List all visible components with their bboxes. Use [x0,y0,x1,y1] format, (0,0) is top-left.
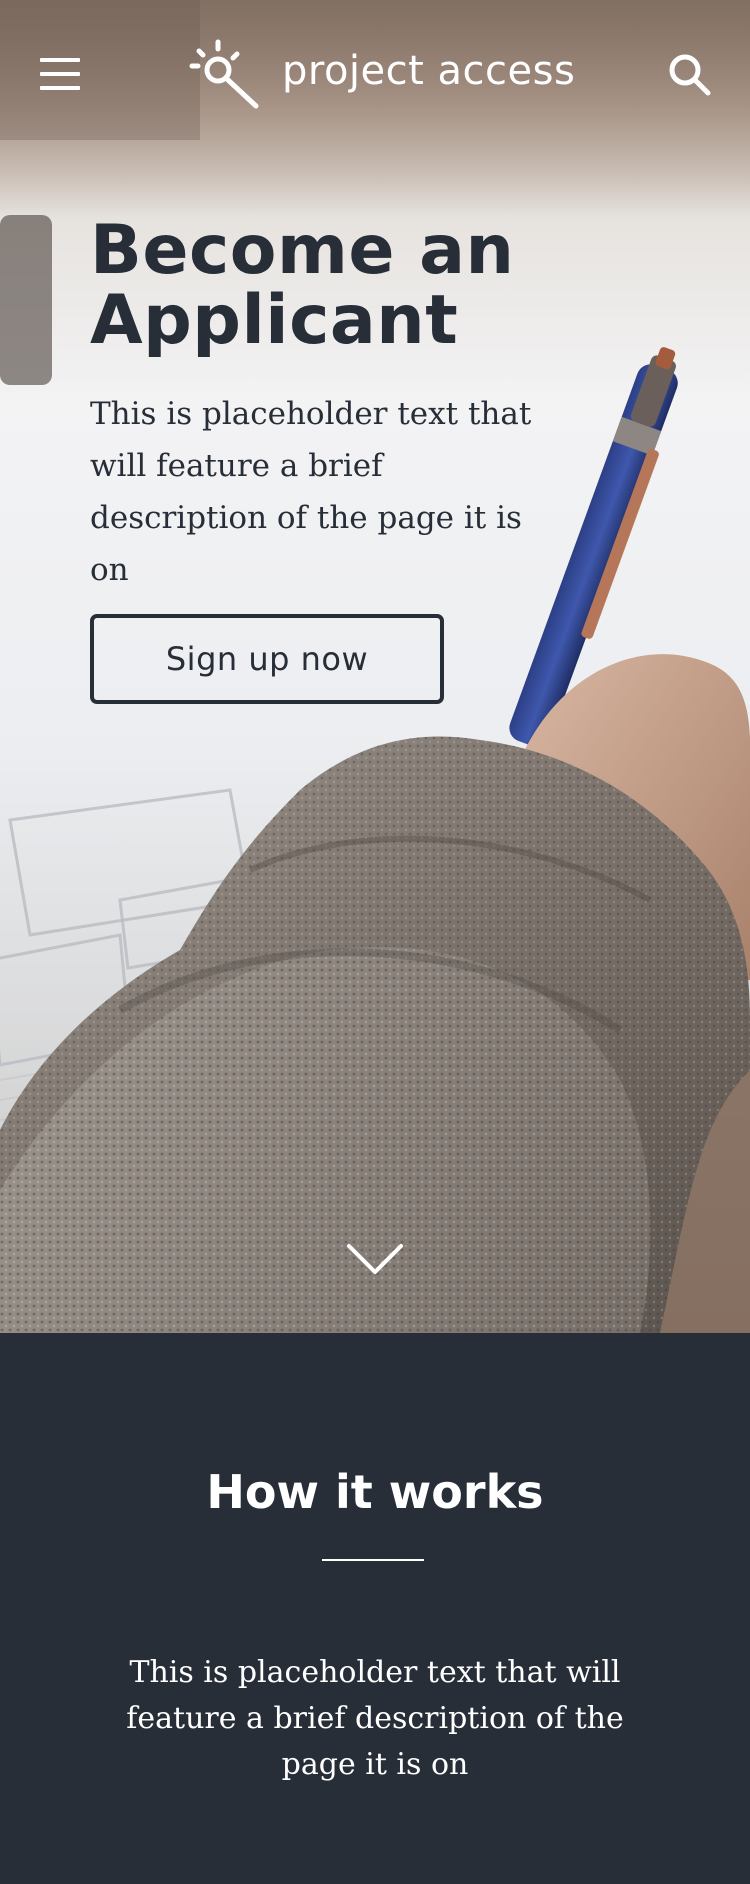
search-button[interactable] [667,52,713,98]
hamburger-menu-icon-bar-middle [40,72,80,76]
sign-up-button[interactable]: Sign up now [90,614,444,704]
scroll-down-button[interactable] [346,1242,404,1278]
hamburger-menu-icon-bar-bottom [40,86,80,90]
hero-description: This is placeholder text that will featu… [90,396,532,588]
section-title: How it works [206,1465,544,1519]
section-description: This is placeholder text that will featu… [126,1655,624,1782]
how-it-works-section: How it works This is placeholder text th… [0,1333,750,1884]
search-icon [669,54,711,96]
page-title: Become an Applicant [90,211,515,360]
magnifier-sparkle-logo-icon [189,39,259,109]
page: project access Become an Applicant This … [0,0,750,1884]
chevron-down-icon [347,1244,403,1274]
brand-logo[interactable]: project access [188,38,575,110]
hamburger-menu-icon-bar-top [40,58,80,62]
hero-section: project access Become an Applicant This … [0,0,750,1333]
menu-button[interactable] [40,56,82,92]
section-divider [322,1559,424,1561]
brand-name: project access [282,48,576,94]
